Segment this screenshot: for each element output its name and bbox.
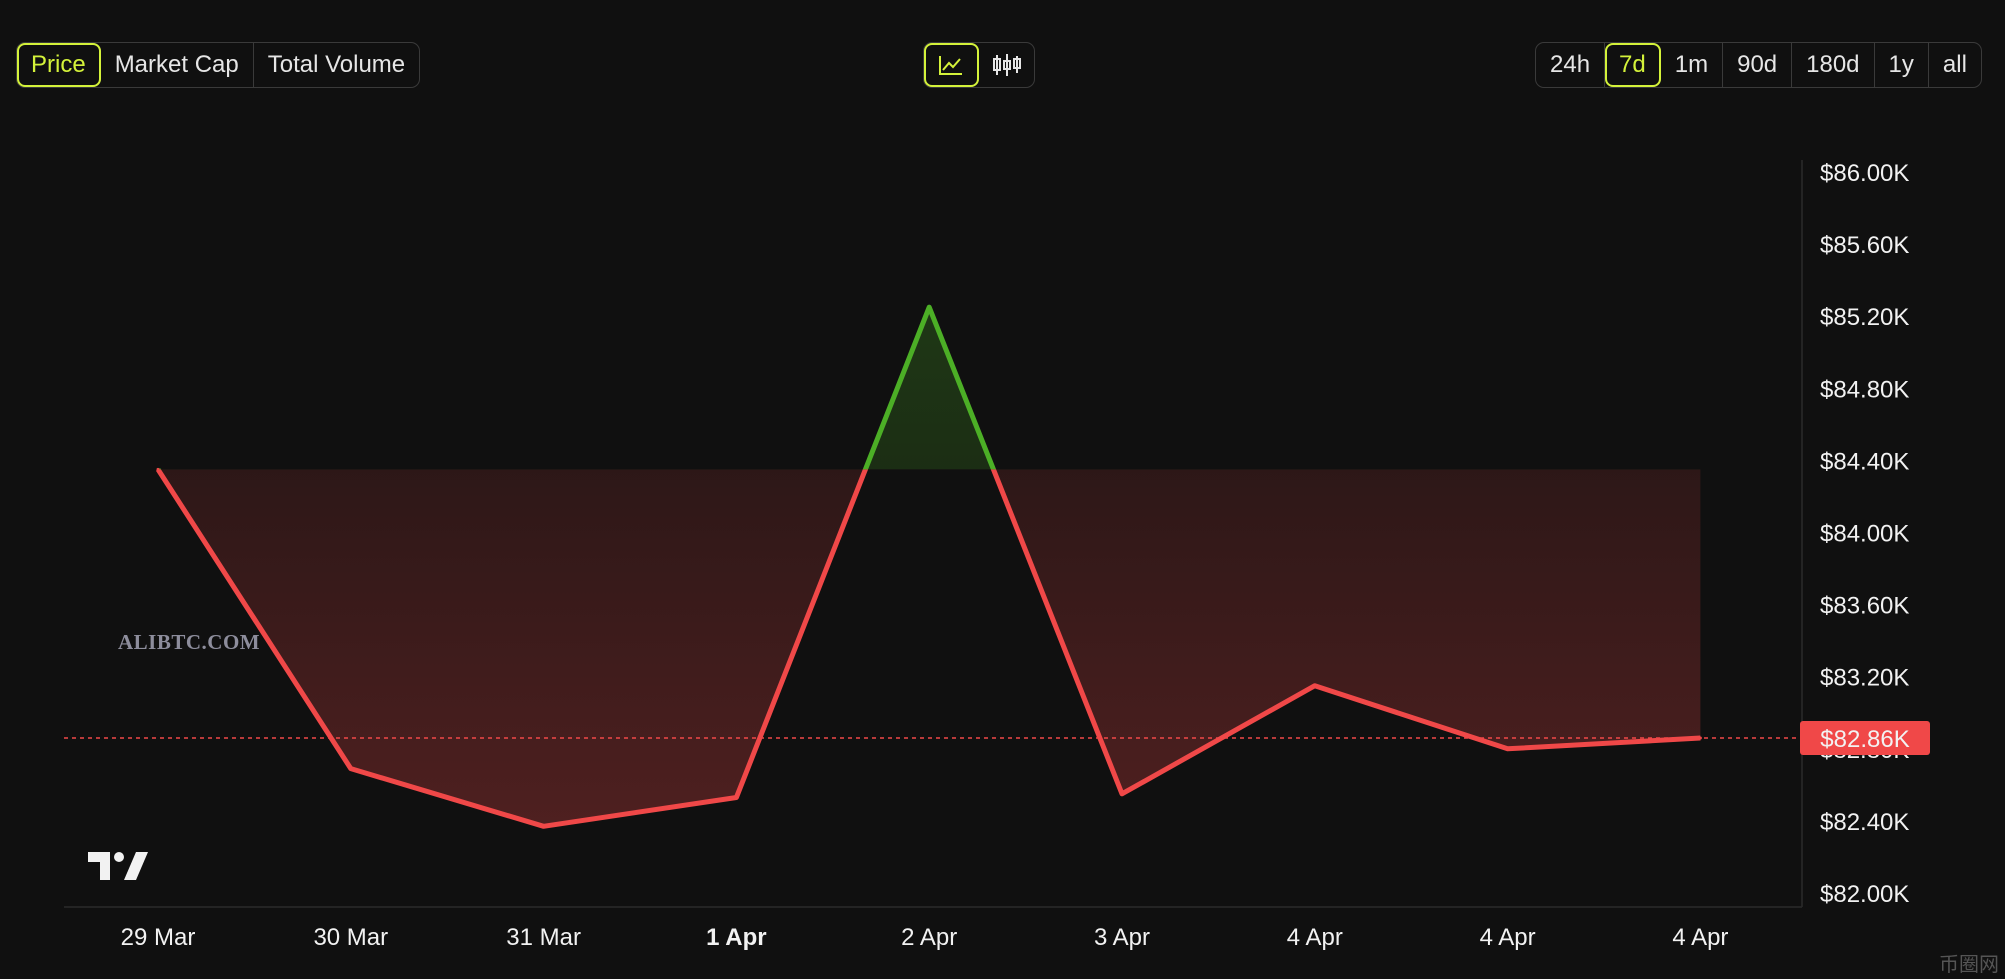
x-tick-label: 4 Apr <box>1287 924 1343 951</box>
y-tick-label: $84.00K <box>1820 521 1909 548</box>
corner-logo: 币圈网 <box>1939 954 1999 976</box>
data-point <box>927 305 931 309</box>
x-tick-label: 1 Apr <box>706 924 766 951</box>
y-tick-label: $86.00K <box>1820 160 1909 187</box>
x-tick-label: 30 Mar <box>313 924 388 951</box>
data-point <box>542 824 546 828</box>
x-tick-label: 3 Apr <box>1094 924 1150 951</box>
y-tick-label: $85.60K <box>1820 232 1909 259</box>
x-tick-label: 4 Apr <box>1672 924 1728 951</box>
x-tick-label: 29 Mar <box>121 924 196 951</box>
y-tick-label: $85.20K <box>1820 304 1909 331</box>
current-price-label: $82.86K <box>1820 726 1909 753</box>
data-point <box>734 795 738 799</box>
data-point <box>156 467 160 471</box>
x-tick-label: 4 Apr <box>1480 924 1536 951</box>
tradingview-logo-icon <box>88 852 148 880</box>
y-tick-label: $83.20K <box>1820 665 1909 692</box>
price-chart: $86.00K $85.60K $85.20K $84.80K $84.40K $84.0… <box>64 160 1930 951</box>
x-tick-label: 31 Mar <box>506 924 581 951</box>
y-tick-label: $84.40K <box>1820 448 1909 475</box>
data-point <box>1120 792 1124 796</box>
x-tick-label: 2 Apr <box>901 924 957 951</box>
data-point <box>1313 684 1317 688</box>
data-point <box>1506 747 1510 751</box>
y-tick-label: $84.80K <box>1820 376 1909 403</box>
y-tick-label: $83.60K <box>1820 593 1909 620</box>
watermark-text: ALIBTC.COM <box>118 630 261 654</box>
data-point <box>349 767 353 771</box>
y-tick-label: $82.00K <box>1820 881 1909 908</box>
y-tick-label: $82.40K <box>1820 809 1909 836</box>
